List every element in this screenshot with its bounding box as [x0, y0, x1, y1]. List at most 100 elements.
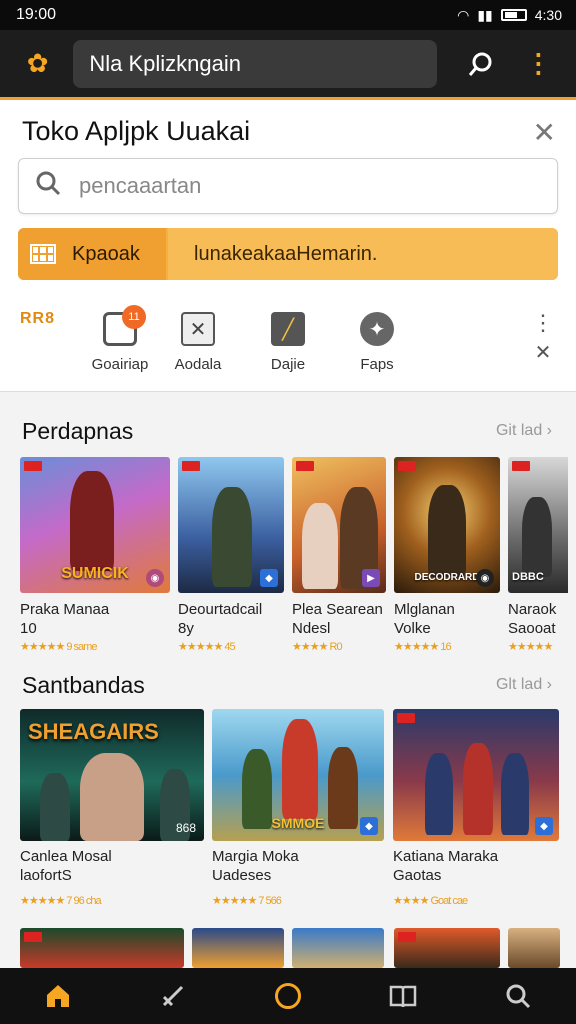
app-name: Margia Moka — [212, 848, 299, 865]
new-tag — [397, 713, 415, 723]
app-card[interactable] — [292, 928, 384, 968]
app-subtitle: Volke — [394, 620, 431, 637]
bottom-nav — [0, 968, 576, 1024]
category-faps[interactable]: ✦ Faps — [327, 308, 427, 373]
grid-icon — [30, 244, 56, 264]
platform-icon: ◆ — [535, 817, 553, 835]
app-rating: ★★★★★ 7 566 — [212, 895, 282, 907]
app-logo-icon[interactable]: ✿ — [18, 44, 57, 84]
search-input[interactable]: pencaaartan — [18, 158, 558, 214]
status-icons: ◠ ▮▮ 4:30 — [457, 7, 562, 24]
character-figure — [302, 503, 338, 589]
close-icon: ✕ — [534, 342, 552, 364]
app-rating: ★★★★★ — [508, 641, 553, 653]
app-subtitle: Gaotas — [393, 867, 442, 884]
home-icon[interactable] — [36, 974, 80, 1018]
app-card[interactable]: SHEAGAIRS 868 Canlea Mosal laofortS ★★★★… — [20, 709, 204, 914]
notification-badge: 11 — [122, 305, 146, 329]
status-bar: 19:00 ◠ ▮▮ 4:30 — [0, 0, 576, 30]
app-thumbnail: SMMOE ◆ — [212, 709, 384, 841]
app-thumbnail: ▶ — [292, 457, 386, 593]
category-label: Faps — [360, 356, 394, 373]
close-icon[interactable]: ✕ — [533, 116, 556, 149]
app-rating: ★★★★★ 45 — [178, 641, 236, 653]
store-sheet: Toko Apljpk Uuakai ✕ pencaaartan Kpaoak … — [0, 100, 576, 392]
app-thumbnail: SHEAGAIRS 868 — [20, 709, 204, 841]
character-figure — [40, 773, 70, 841]
app-name: Naraok — [508, 601, 557, 618]
tab-lunakeaka[interactable]: lunakeakaaHemarin. — [168, 228, 558, 280]
character-figure — [80, 753, 144, 841]
crossed-swords-icon: ✕ — [181, 312, 215, 346]
tab-kpaoak[interactable]: Kpaoak — [18, 228, 166, 280]
sword-icon: ╱ — [271, 312, 305, 346]
app-name: Deourtadcail — [178, 601, 263, 618]
see-all-link[interactable]: Git lad › — [496, 422, 552, 440]
app-card[interactable]: DBBC Naraok Saooat ★★★★★ — [508, 457, 576, 657]
app-card[interactable]: ▶ Plea Searean Ndesl ★★★★ R0 — [292, 457, 386, 657]
filter-tabs: Kpaoak lunakeakaaHemarin. — [18, 228, 558, 280]
category-label: Aodala — [174, 356, 222, 373]
app-name: Plea Searean — [292, 601, 383, 618]
app-card[interactable]: DECODRARD ◉ Mlglanan Volke ★★★★★ 16 — [394, 457, 500, 657]
sword-icon[interactable] — [151, 974, 195, 1018]
category-more[interactable]: ⋮ ✕ — [532, 312, 554, 364]
character-figure — [70, 471, 114, 571]
app-card[interactable]: ◆ Deourtadcail 8y ★★★★★ 45 — [178, 457, 284, 657]
app-subtitle: 10 — [20, 620, 37, 637]
tab-label: Kpaoak — [72, 242, 140, 265]
platform-icon: ◆ — [360, 817, 378, 835]
app-subtitle: 8y — [178, 620, 194, 637]
top-search-field[interactable]: Nla Kplizkngain — [73, 39, 438, 88]
section-header: Santbandas Glt lad › — [0, 672, 576, 708]
wifi-icon: ◠ — [457, 6, 470, 23]
book-icon[interactable] — [381, 974, 425, 1018]
search-icon[interactable] — [461, 44, 500, 84]
character-figure — [212, 487, 252, 587]
more-vert-icon[interactable]: ⋮ — [519, 44, 558, 84]
thumb-title: SHEAGAIRS — [28, 719, 159, 744]
battery-icon — [500, 9, 527, 21]
search-placeholder: pencaaartan — [79, 173, 202, 198]
section-title: Perdapnas — [22, 418, 134, 444]
app-subtitle: Ndesl — [292, 620, 331, 637]
thumb-number: 868 — [175, 821, 196, 835]
category-badge: RR8 — [20, 310, 56, 327]
search-icon — [35, 170, 61, 203]
games-ring-icon[interactable] — [266, 974, 310, 1018]
app-card[interactable]: ◆ Katiana Maraka Gaotas ★★★★ Goat cae — [393, 709, 559, 914]
app-rating: ★★★★ R0 — [292, 641, 343, 653]
category-aodala[interactable]: ✕ Aodala — [148, 308, 248, 373]
category-row: RR8 11 Goairiap ✕ Aodala ╱ Dajie ✦ Faps … — [0, 300, 576, 380]
new-tag — [24, 932, 42, 942]
new-tag — [512, 461, 530, 471]
platform-icon: ◉ — [146, 569, 164, 587]
app-rating: ★★★★ Goat cae — [393, 895, 468, 907]
app-thumbnail: SUMICIK ◉ — [20, 457, 170, 593]
status-right-time: 4:30 — [534, 7, 562, 23]
section-header: Perdapnas Git lad › — [0, 418, 576, 454]
app-card[interactable]: SMMOE ◆ Margia Moka Uadeses ★★★★★ 7 566 — [212, 709, 384, 914]
character-figure — [282, 719, 318, 819]
new-tag — [398, 461, 416, 471]
see-all-link[interactable]: Glt lad › — [496, 676, 552, 694]
sheet-title: Toko Apljpk Uuakai — [22, 116, 251, 146]
search-icon[interactable] — [496, 974, 540, 1018]
app-card[interactable] — [20, 928, 184, 968]
message-icon: 11 — [103, 305, 146, 346]
app-card[interactable] — [394, 928, 500, 968]
thumb-title: SMMOE — [271, 815, 325, 831]
app-card[interactable]: SUMICIK ◉ Praka Manaa 10 ★★★★★ 9 same — [20, 457, 170, 657]
app-card[interactable] — [508, 928, 560, 968]
section-title: Santbandas — [22, 672, 145, 698]
app-name: Katiana Maraka — [393, 848, 499, 865]
category-dajie[interactable]: ╱ Dajie — [238, 308, 338, 373]
platform-icon: ▶ — [362, 569, 380, 587]
character-figure — [425, 753, 453, 835]
category-label: Dajie — [270, 356, 306, 373]
app-thumbnail: ◆ — [393, 709, 559, 841]
app-card[interactable] — [192, 928, 284, 968]
app-bar: ✿ Nla Kplizkngain ⋮ — [0, 30, 576, 100]
app-rating: ★★★★★ 9 same — [20, 641, 97, 653]
status-time: 19:00 — [16, 6, 57, 23]
